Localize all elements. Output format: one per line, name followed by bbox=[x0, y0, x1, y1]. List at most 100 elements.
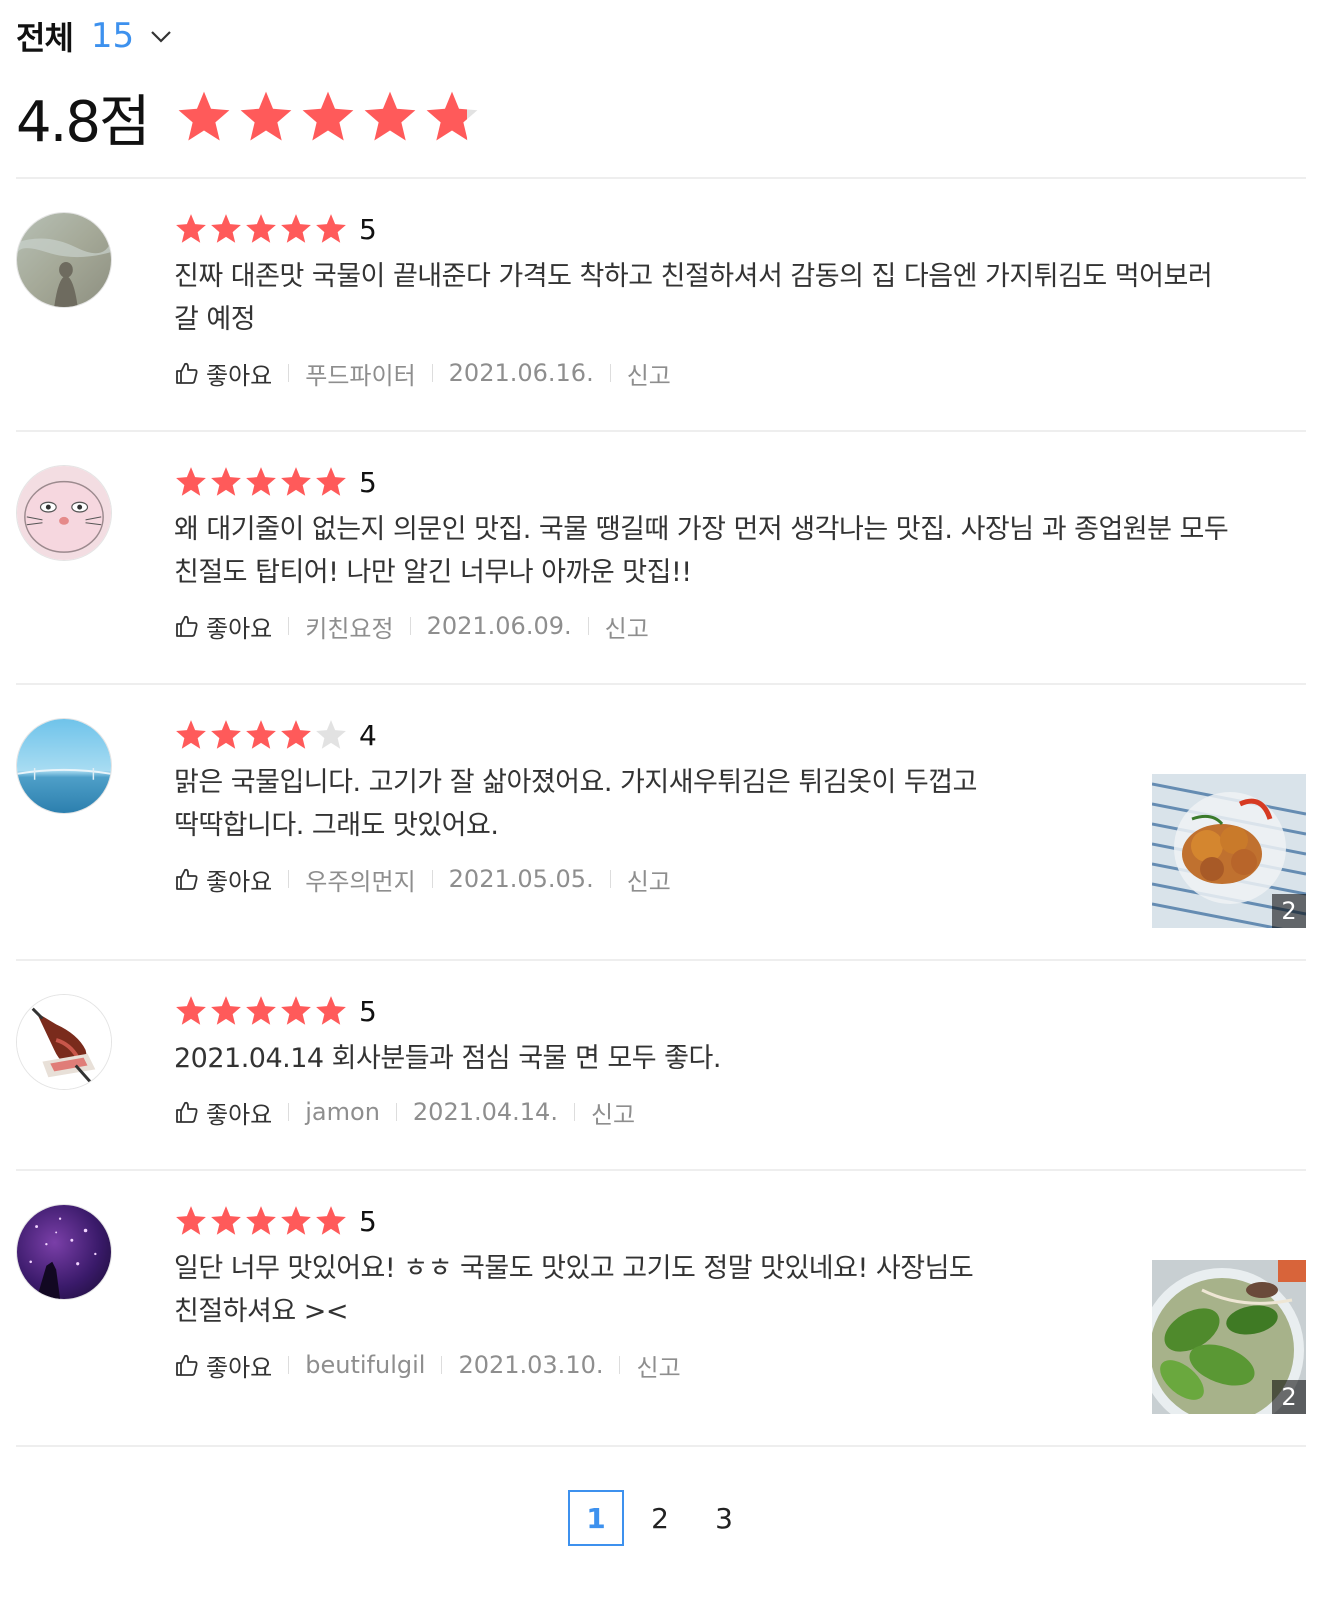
like-label: 좋아요 bbox=[206, 1353, 273, 1382]
review-count: 15 bbox=[90, 16, 135, 56]
star-icon bbox=[316, 1206, 346, 1235]
average-rating: 4.8점 bbox=[16, 82, 1306, 155]
star-icon bbox=[281, 996, 311, 1025]
review-text: 진짜 대존맛 국물이 끝내준다 가격도 착하고 친절하셔서 감동의 집 다음엔 … bbox=[174, 261, 1213, 335]
like-button[interactable]: 좋아요 bbox=[174, 356, 272, 391]
review-rating-value: 5 bbox=[359, 212, 377, 246]
review-rating-stars bbox=[174, 718, 349, 752]
divider bbox=[16, 1445, 1306, 1447]
review-rating-value: 5 bbox=[359, 1204, 377, 1238]
report-button[interactable]: 신고 bbox=[627, 356, 671, 391]
review-rating-stars bbox=[174, 212, 349, 246]
separator bbox=[288, 617, 290, 635]
separator bbox=[587, 617, 589, 635]
like-button[interactable]: 좋아요 bbox=[174, 1095, 272, 1130]
star-icon bbox=[211, 720, 241, 749]
divider bbox=[16, 430, 1306, 432]
star-icon bbox=[176, 720, 206, 749]
star-icon bbox=[281, 720, 311, 749]
thumbs-up-icon bbox=[176, 1354, 198, 1376]
review-author[interactable]: jamon bbox=[305, 1098, 380, 1126]
report-button[interactable]: 신고 bbox=[591, 1095, 635, 1130]
star-icon bbox=[364, 91, 415, 141]
review-author[interactable]: 우주의먼지 bbox=[305, 862, 415, 897]
user-avatar[interactable] bbox=[16, 465, 112, 561]
separator bbox=[609, 364, 611, 382]
separator bbox=[288, 1356, 290, 1374]
separator bbox=[288, 364, 290, 382]
thumbs-up-icon bbox=[176, 362, 198, 384]
user-avatar[interactable] bbox=[16, 718, 112, 814]
separator bbox=[573, 1103, 575, 1121]
review-date: 2021.06.16. bbox=[448, 359, 594, 387]
separator bbox=[409, 617, 411, 635]
star-icon bbox=[316, 214, 346, 243]
like-label: 좋아요 bbox=[206, 361, 273, 390]
star-icon bbox=[178, 91, 229, 141]
page-2-button[interactable]: 2 bbox=[632, 1490, 688, 1546]
star-icon bbox=[316, 720, 346, 749]
like-button[interactable]: 좋아요 bbox=[174, 609, 272, 644]
star-icon bbox=[246, 720, 276, 749]
divider bbox=[16, 959, 1306, 961]
review-author[interactable]: 키친요정 bbox=[305, 609, 393, 644]
page-1-button[interactable]: 1 bbox=[568, 1490, 624, 1546]
review-date: 2021.03.10. bbox=[458, 1351, 604, 1379]
divider bbox=[16, 177, 1306, 179]
user-avatar[interactable] bbox=[16, 212, 112, 308]
separator bbox=[609, 870, 611, 888]
photo-count-badge: 2 bbox=[1272, 894, 1306, 928]
review-author[interactable]: beutifulgil bbox=[305, 1351, 425, 1379]
rating-summary: 전체 15 4.8점 bbox=[16, 14, 1306, 155]
star-icon bbox=[176, 467, 206, 496]
thumbs-up-icon bbox=[176, 868, 198, 890]
user-avatar[interactable] bbox=[16, 1204, 112, 1300]
like-label: 좋아요 bbox=[206, 867, 273, 896]
pagination: 1 2 3 bbox=[0, 1490, 1320, 1546]
report-button[interactable]: 신고 bbox=[636, 1348, 680, 1383]
photo-count-badge: 2 bbox=[1272, 1380, 1306, 1414]
review-photo[interactable]: 2 bbox=[1152, 774, 1306, 928]
average-score: 4.8점 bbox=[16, 89, 151, 155]
review-photo[interactable]: 2 bbox=[1152, 1260, 1306, 1414]
user-avatar[interactable] bbox=[16, 994, 112, 1090]
star-icon bbox=[240, 91, 291, 141]
review-text: 2021.04.14 회사분들과 점심 국물 면 모두 좋다. bbox=[174, 1043, 721, 1074]
star-icon bbox=[211, 467, 241, 496]
star-icon bbox=[246, 214, 276, 243]
separator bbox=[441, 1356, 443, 1374]
review-filter-dropdown[interactable]: 전체 15 bbox=[16, 14, 1306, 58]
review-text: 맑은 국물입니다. 고기가 잘 삶아졌어요. 가지새우튀김은 튀김옷이 두껍고 … bbox=[174, 767, 977, 841]
like-label: 좋아요 bbox=[206, 614, 273, 643]
review-text: 일단 너무 맛있어요! ㅎㅎ 국물도 맛있고 고기도 정말 맛있네요! 사장님도… bbox=[174, 1253, 974, 1327]
review-date: 2021.06.09. bbox=[426, 612, 572, 640]
separator bbox=[288, 870, 290, 888]
thumbs-up-icon bbox=[176, 1101, 198, 1123]
report-button[interactable]: 신고 bbox=[627, 862, 671, 897]
star-icon bbox=[281, 214, 311, 243]
separator bbox=[431, 364, 433, 382]
like-button[interactable]: 좋아요 bbox=[174, 862, 272, 897]
report-button[interactable]: 신고 bbox=[605, 609, 649, 644]
star-icon bbox=[316, 467, 346, 496]
review-rating-value: 5 bbox=[359, 465, 377, 499]
star-icon bbox=[281, 467, 311, 496]
average-stars bbox=[175, 88, 485, 146]
review-rating-value: 4 bbox=[359, 718, 377, 752]
review-author[interactable]: 푸드파이터 bbox=[305, 356, 415, 391]
divider bbox=[16, 1169, 1306, 1171]
star-icon bbox=[246, 996, 276, 1025]
star-icon bbox=[246, 1206, 276, 1235]
separator bbox=[288, 1103, 290, 1121]
star-icon bbox=[176, 996, 206, 1025]
separator bbox=[395, 1103, 397, 1121]
like-button[interactable]: 좋아요 bbox=[174, 1348, 272, 1383]
review-date: 2021.04.14. bbox=[412, 1098, 558, 1126]
page-3-button[interactable]: 3 bbox=[696, 1490, 752, 1546]
star-icon bbox=[281, 1206, 311, 1235]
filter-label: 전체 bbox=[16, 19, 74, 57]
thumbs-up-icon bbox=[176, 615, 198, 637]
separator bbox=[619, 1356, 621, 1374]
review-date: 2021.05.05. bbox=[448, 865, 594, 893]
star-icon bbox=[211, 1206, 241, 1235]
